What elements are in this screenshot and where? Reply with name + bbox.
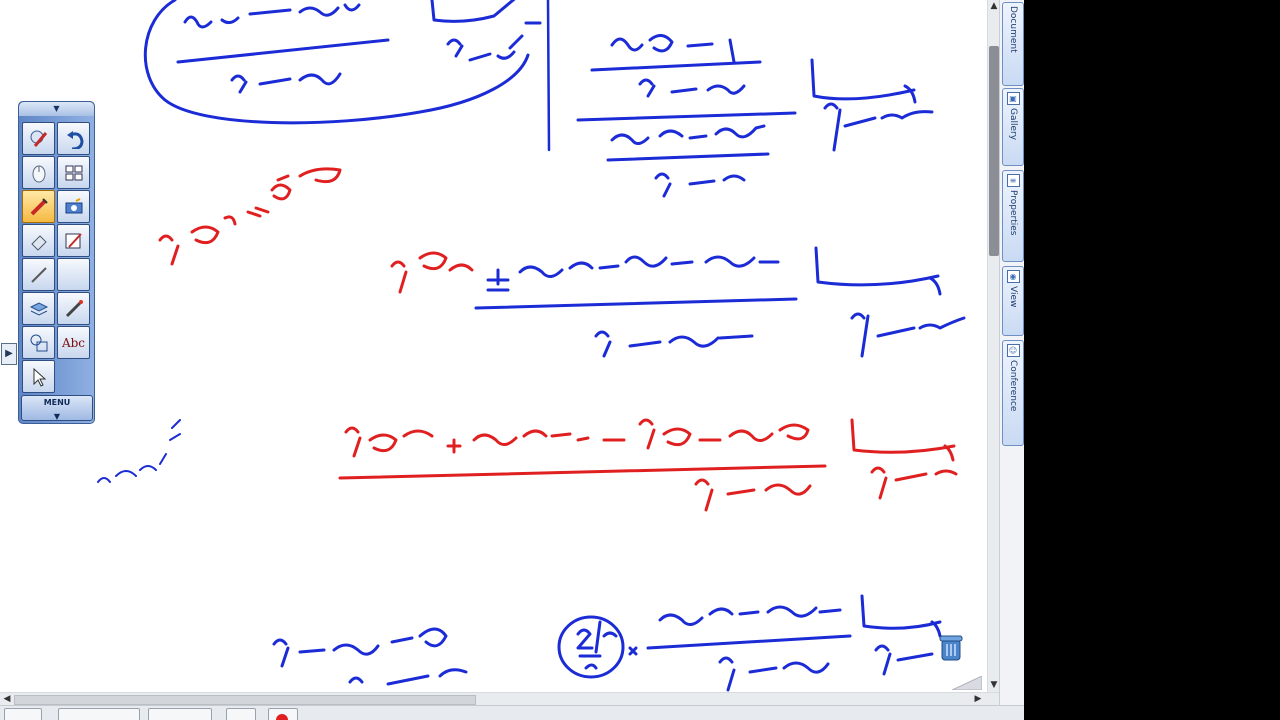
tab-conference[interactable]: ☺ Conference <box>1002 340 1024 446</box>
capture-button[interactable] <box>57 190 90 223</box>
eraser-button[interactable] <box>22 224 55 257</box>
tab-view-label: View <box>1008 286 1018 308</box>
blue-oval-fraction <box>143 0 542 125</box>
scroll-up-arrow[interactable]: ▲ <box>989 1 999 11</box>
pointer-icon <box>33 367 46 387</box>
highlighter-button[interactable] <box>22 190 55 223</box>
bottom-highlighter-tool[interactable] <box>226 708 256 720</box>
bottom-input[interactable] <box>148 708 212 720</box>
toolbox-menu-button[interactable]: MENU ▼ <box>21 395 93 421</box>
whiteboard-canvas[interactable]: ▼ Abc MENU ▼ ▶ <box>0 0 987 692</box>
gallery-icon: ▣ <box>1006 92 1020 105</box>
mouse-icon <box>32 165 45 182</box>
layers-button[interactable] <box>22 292 55 325</box>
shapes-icon <box>30 334 47 351</box>
pointer-button[interactable] <box>22 360 55 393</box>
divider-line <box>546 0 551 152</box>
eraser-icon <box>30 234 47 251</box>
blue-substitution <box>272 627 468 686</box>
line-tool-icon <box>30 266 47 283</box>
blue-fraction-bottom <box>557 594 942 692</box>
bottom-record-button[interactable] <box>268 708 298 720</box>
toolbox-collapse-handle[interactable]: ▼ <box>19 102 94 116</box>
scroll-left-arrow[interactable]: ◀ <box>1 693 13 705</box>
highlighter-icon <box>30 197 48 215</box>
layers-icon <box>29 301 48 316</box>
trash-icon[interactable] <box>938 632 964 662</box>
panel-expand-arrow[interactable]: ▶ <box>1 343 17 365</box>
pen-settings-button[interactable] <box>57 224 90 257</box>
pen-tool-button[interactable] <box>22 122 55 155</box>
view-icon: ◉ <box>1006 270 1020 283</box>
bottom-pen-tool[interactable] <box>4 708 42 720</box>
blue-note-left <box>97 419 181 483</box>
capture-icon <box>65 197 82 213</box>
properties-icon: ≡ <box>1006 174 1020 187</box>
tab-conference-label: Conference <box>1008 360 1018 412</box>
undo-icon <box>66 130 84 149</box>
thumbnails-button[interactable] <box>57 156 90 189</box>
pen-tool-icon <box>30 130 47 147</box>
side-tab-bar: Document ▣ Gallery ≡ Properties ◉ View ☺… <box>999 0 1024 705</box>
floating-toolbox: ▼ Abc MENU ▼ <box>18 101 95 424</box>
vertical-scroll-thumb[interactable] <box>989 46 999 256</box>
tab-gallery-label: Gallery <box>1008 108 1018 141</box>
page-curl-icon[interactable] <box>952 676 982 690</box>
handwritten-math-ink <box>97 0 966 692</box>
tab-gallery[interactable]: ▣ Gallery <box>1002 88 1024 166</box>
text-tool-icon: Abc <box>61 335 86 350</box>
record-icon <box>276 714 288 720</box>
thumbnails-icon <box>65 165 82 180</box>
horizontal-scroll-thumb[interactable] <box>14 695 476 705</box>
laser-pointer-icon <box>65 299 83 317</box>
tab-document-label: Document <box>1008 6 1018 53</box>
scroll-right-arrow[interactable]: ▶ <box>972 693 984 705</box>
red-term-middle <box>390 251 474 294</box>
shapes-button[interactable] <box>22 326 55 359</box>
blue-fraction-top-right <box>576 34 934 198</box>
horizontal-scrollbar[interactable]: ◀ ▶ <box>0 692 999 705</box>
toolbox-menu-label: MENU <box>43 398 71 407</box>
line-tool-button[interactable] <box>22 258 55 291</box>
tab-properties[interactable]: ≡ Properties <box>1002 170 1024 262</box>
blank-tool-button[interactable] <box>57 258 90 291</box>
tab-view[interactable]: ◉ View <box>1002 266 1024 336</box>
laser-pointer-button[interactable] <box>57 292 90 325</box>
bottom-slider[interactable] <box>58 708 140 720</box>
blue-fraction-middle <box>474 246 966 358</box>
blank-tool-icon <box>64 265 84 285</box>
scroll-down-arrow[interactable]: ▼ <box>989 680 999 690</box>
mouse-button[interactable] <box>22 156 55 189</box>
tab-properties-label: Properties <box>1008 190 1018 236</box>
bottom-toolbar <box>0 705 1024 720</box>
conference-icon: ☺ <box>1006 344 1020 357</box>
red-equation-identity <box>158 167 342 266</box>
red-fraction-expanded <box>338 418 958 512</box>
text-tool-button[interactable]: Abc <box>57 326 90 359</box>
tab-document[interactable]: Document <box>1002 2 1024 86</box>
undo-button[interactable] <box>57 122 90 155</box>
app-window: ▼ Abc MENU ▼ ▶ ▲ ▼ ◀ ▶ Document ▣ Galler… <box>0 0 1024 720</box>
pen-settings-icon <box>65 232 82 248</box>
